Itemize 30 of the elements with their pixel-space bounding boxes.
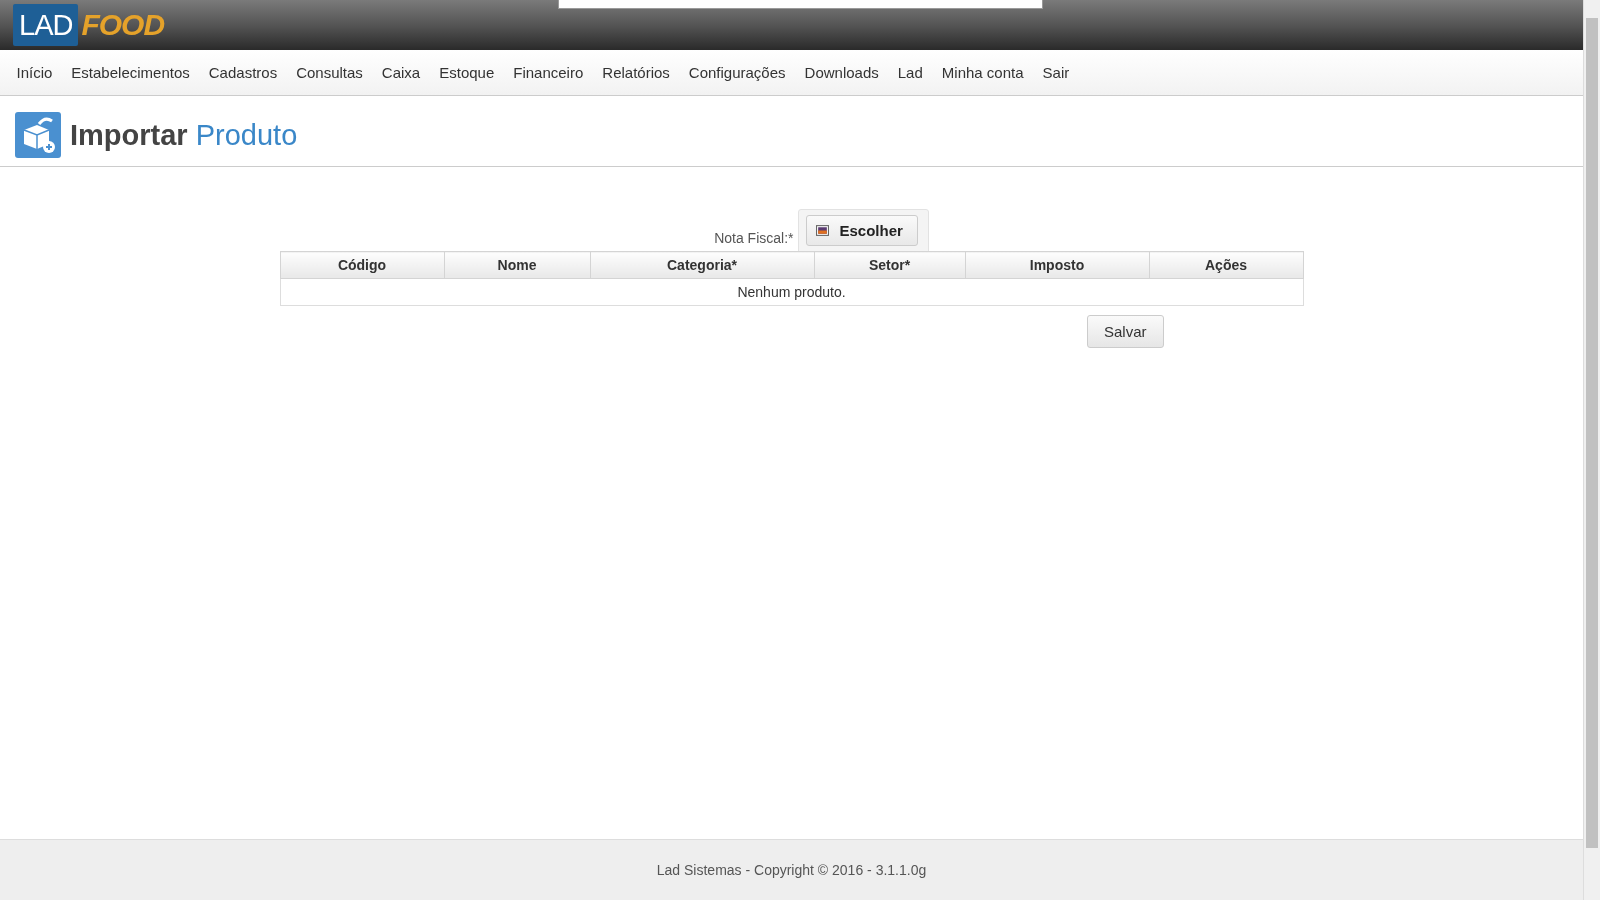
- scrollbar-thumb[interactable]: [1586, 18, 1598, 848]
- box-import-icon: [15, 112, 61, 158]
- scrollbar[interactable]: [1583, 0, 1600, 900]
- logo[interactable]: LAD FOOD: [13, 4, 165, 46]
- choose-file-button[interactable]: Escolher: [806, 215, 918, 246]
- column-header[interactable]: Ações: [1149, 251, 1303, 279]
- column-header[interactable]: Setor*: [814, 251, 965, 279]
- field-label: Nota Fiscal:*: [714, 230, 794, 246]
- column-header[interactable]: Imposto: [965, 251, 1149, 279]
- nav-link[interactable]: Início: [7, 64, 62, 81]
- nav-link[interactable]: Estabelecimentos: [61, 64, 200, 81]
- nav-link[interactable]: Downloads: [795, 64, 889, 81]
- column-header[interactable]: Categoria*: [590, 251, 814, 279]
- column-header[interactable]: Código: [280, 251, 444, 279]
- column-header[interactable]: Nome: [444, 251, 590, 279]
- page-title: Importar Produto: [70, 118, 298, 152]
- empty-message: Nenhum produto.: [280, 278, 1303, 306]
- nav-link[interactable]: Caixa: [372, 64, 430, 81]
- nav-link[interactable]: Cadastros: [199, 64, 287, 81]
- nav-link[interactable]: Relatórios: [592, 64, 680, 81]
- nav-link[interactable]: Configurações: [679, 64, 796, 81]
- nav-link[interactable]: Estoque: [429, 64, 504, 81]
- nav-link[interactable]: Financeiro: [503, 64, 593, 81]
- image-icon: [816, 225, 830, 236]
- nav-link[interactable]: Sair: [1033, 64, 1079, 81]
- footer-text: Lad Sistemas - Copyright © 2016 - 3.1.1.0g: [656, 862, 927, 878]
- nav-link[interactable]: Minha conta: [932, 64, 1034, 81]
- nav-link[interactable]: Consultas: [286, 64, 373, 81]
- save-button[interactable]: Salvar: [1086, 315, 1164, 348]
- nav-link[interactable]: Lad: [888, 64, 933, 81]
